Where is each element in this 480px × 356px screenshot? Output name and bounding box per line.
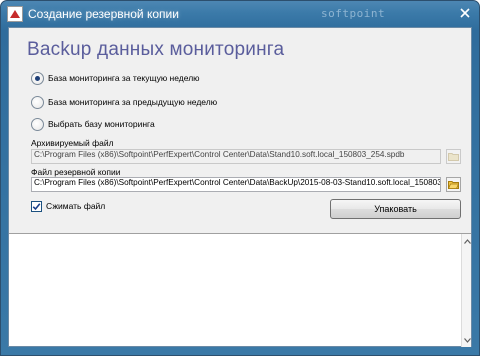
- close-button[interactable]: [454, 3, 476, 23]
- compress-checkbox[interactable]: [31, 200, 42, 212]
- window-title: Создание резервной копии: [28, 7, 179, 21]
- scroll-down-icon: [463, 337, 471, 343]
- app-logo-icon: [7, 6, 23, 22]
- backup-file-field[interactable]: C:\Program Files (x86)\Softpoint\PerfExp…: [31, 177, 441, 192]
- archive-file-field: C:\Program Files (x86)\Softpoint\PerfExp…: [31, 149, 441, 164]
- radio-button[interactable]: [31, 117, 44, 131]
- log-output-area[interactable]: [9, 233, 471, 347]
- radio-label: Выбрать базу мониторинга: [48, 119, 155, 129]
- radio-button[interactable]: [31, 95, 44, 109]
- scroll-down-button[interactable]: [463, 336, 471, 344]
- app-window: Создание резервной копии softpoint Backu…: [0, 0, 480, 356]
- scroll-up-icon: [463, 238, 471, 244]
- radio-current-week[interactable]: База мониторинга за текущую неделю: [31, 70, 200, 86]
- folder-icon: [448, 153, 459, 161]
- archive-browse-button: [446, 149, 461, 164]
- page-title: Backup данных мониторинга: [27, 39, 285, 60]
- close-icon: [460, 8, 470, 18]
- scroll-up-button[interactable]: [463, 237, 471, 245]
- checkmark-icon: [32, 202, 41, 210]
- vertical-scrollbar[interactable]: [461, 234, 471, 347]
- compress-file-option[interactable]: Сжимать файл: [31, 199, 105, 213]
- backup-browse-button[interactable]: [446, 177, 461, 192]
- radio-label: База мониторинга за предыдущую неделю: [48, 97, 218, 107]
- archive-file-label: Архивируемый файл: [31, 138, 114, 148]
- pack-button[interactable]: Упаковать: [330, 199, 461, 219]
- brand-watermark: softpoint: [321, 7, 386, 20]
- dialog-client-area: Backup данных мониторинга База мониторин…: [8, 27, 472, 347]
- title-bar: Создание резервной копии softpoint: [1, 1, 479, 27]
- compress-label: Сжимать файл: [46, 201, 106, 211]
- radio-previous-week[interactable]: База мониторинга за предыдущую неделю: [31, 94, 217, 110]
- backup-file-label: Файл резервной копии: [31, 167, 121, 177]
- radio-button[interactable]: [31, 71, 44, 85]
- radio-label: База мониторинга за текущую неделю: [48, 73, 200, 83]
- folder-icon: [448, 181, 459, 189]
- radio-choose-database[interactable]: Выбрать базу мониторинга: [31, 116, 155, 132]
